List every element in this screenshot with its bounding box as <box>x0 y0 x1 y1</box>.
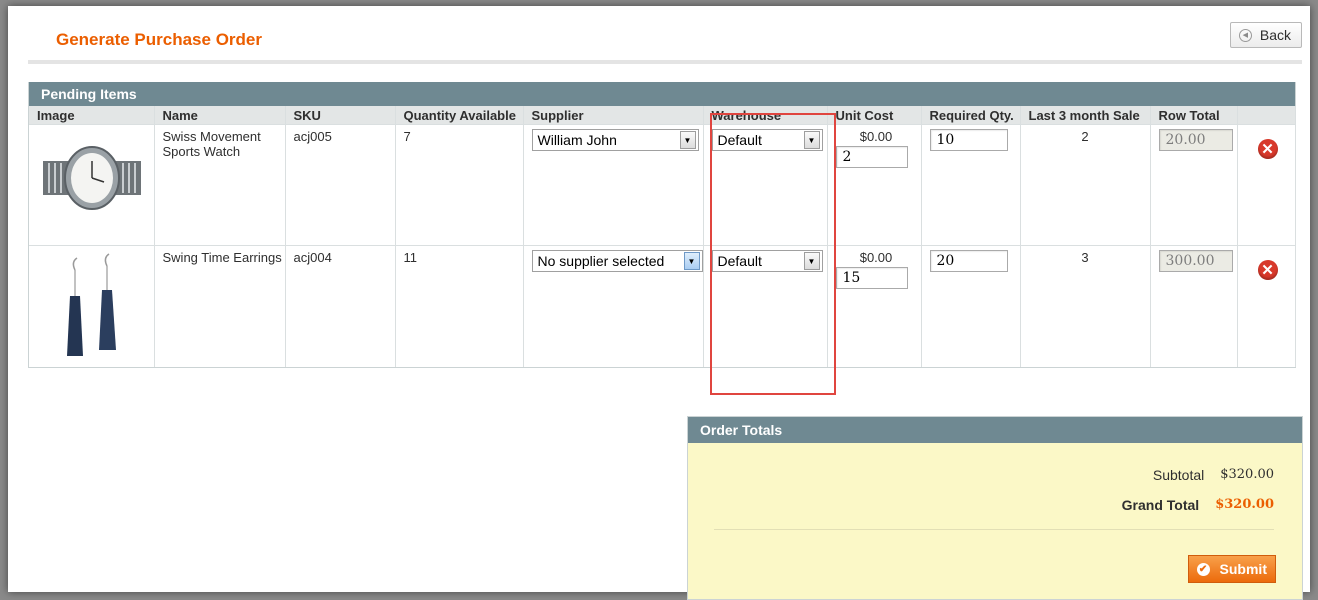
earrings-product-image <box>67 253 116 356</box>
warehouse-select[interactable]: Default ▼ <box>711 129 823 151</box>
back-button[interactable]: ◀ Back <box>1229 22 1302 48</box>
delete-cell: ✕ <box>1237 124 1296 246</box>
items-table: Image Name SKU Quantity Available Suppli… <box>29 106 1296 367</box>
supplier-select[interactable]: No supplier selected ▼ <box>531 250 703 272</box>
last-3-month-sale: 3 <box>1020 245 1151 367</box>
page-title: Generate Purchase Order <box>56 30 262 49</box>
product-name: Swiss Movement Sports Watch <box>154 124 286 246</box>
supplier-select-value: William John <box>537 132 617 148</box>
warehouse-select[interactable]: Default ▼ <box>711 250 823 272</box>
unit-cost-value: $0.00 <box>859 250 893 265</box>
supplier-select-value: No supplier selected <box>537 253 665 269</box>
totals-divider <box>714 529 1274 530</box>
order-totals-title: Order Totals <box>688 417 1302 443</box>
back-arrow-icon: ◀ <box>1238 28 1252 42</box>
chevron-down-icon: ▼ <box>803 252 820 270</box>
last-3-month-sale: 2 <box>1020 124 1151 246</box>
grand-total-row: Grand Total $320.00 <box>1122 497 1274 513</box>
supplier-cell: William John ▼ <box>523 124 704 246</box>
grand-total-value: $320.00 <box>1215 497 1274 512</box>
delete-icon[interactable]: ✕ <box>1257 139 1278 159</box>
col-header-supplier[interactable]: Supplier <box>523 106 704 125</box>
subtotal-label: Subtotal <box>1152 467 1205 483</box>
product-sku: acj004 <box>285 245 396 367</box>
unit-cost-cell: $0.00 <box>827 124 922 246</box>
col-header-last-3-month-sale[interactable]: Last 3 month Sale <box>1020 106 1151 125</box>
page-frame: Generate Purchase Order ◀ Back Pending I… <box>8 6 1310 600</box>
col-header-unit-cost[interactable]: Unit Cost <box>827 106 922 125</box>
unit-cost-cell: $0.00 <box>827 245 922 367</box>
warehouse-cell: Default ▼ <box>703 245 828 367</box>
submit-button-label: Submit <box>1219 561 1267 577</box>
grid-title: Pending Items <box>29 82 1295 106</box>
chevron-down-icon: ▼ <box>683 252 700 270</box>
warehouse-select-value: Default <box>717 132 762 148</box>
checkmark-icon: ✔ <box>1196 562 1210 576</box>
col-header-required-qty[interactable]: Required Qty. <box>921 106 1021 125</box>
submit-button[interactable]: ✔ Submit <box>1187 555 1276 583</box>
product-image-cell <box>29 245 155 367</box>
unit-cost-input[interactable] <box>835 267 908 289</box>
col-header-row-total[interactable]: Row Total <box>1150 106 1238 125</box>
table-row: Swing Time Earrings acj004 11 No supplie… <box>29 245 1296 367</box>
required-qty-cell <box>921 245 1021 367</box>
col-header-image[interactable]: Image <box>29 106 155 125</box>
table-row: Swiss Movement Sports Watch acj005 7 Wil… <box>29 124 1296 246</box>
col-header-name[interactable]: Name <box>154 106 286 125</box>
delete-cell: ✕ <box>1237 245 1296 367</box>
row-total-field <box>1158 250 1233 272</box>
product-sku: acj005 <box>285 124 396 246</box>
unit-cost-input[interactable] <box>835 146 908 168</box>
col-header-sku[interactable]: SKU <box>285 106 396 125</box>
unit-cost-value: $0.00 <box>859 129 893 144</box>
warehouse-select-value: Default <box>717 253 762 269</box>
required-qty-input[interactable] <box>929 250 1008 272</box>
subtotal-value: $320.00 <box>1220 467 1274 482</box>
row-total-cell <box>1150 124 1238 246</box>
product-image-cell <box>29 124 155 246</box>
col-header-actions <box>1237 106 1296 125</box>
subtotal-row: Subtotal $320.00 <box>1153 467 1274 483</box>
table-header-row: Image Name SKU Quantity Available Suppli… <box>29 106 1296 125</box>
col-header-qty-available[interactable]: Quantity Available <box>395 106 524 125</box>
chevron-down-icon: ▼ <box>803 131 820 149</box>
grand-total-label: Grand Total <box>1121 497 1200 513</box>
warehouse-cell: Default ▼ <box>703 124 828 246</box>
page-header: Generate Purchase Order ◀ Back <box>28 20 1302 64</box>
delete-icon[interactable]: ✕ <box>1257 260 1278 280</box>
row-total-cell <box>1150 245 1238 367</box>
supplier-select[interactable]: William John ▼ <box>531 129 699 151</box>
required-qty-input[interactable] <box>929 129 1008 151</box>
order-totals-panel: Order Totals Subtotal $320.00 Grand Tota… <box>687 416 1303 600</box>
row-total-field <box>1158 129 1233 151</box>
chevron-down-icon: ▼ <box>679 131 696 149</box>
col-header-warehouse[interactable]: Warehouse <box>703 106 828 125</box>
back-button-label: Back <box>1259 27 1291 43</box>
product-name: Swing Time Earrings <box>154 245 286 367</box>
qty-available: 11 <box>395 245 524 367</box>
supplier-cell: No supplier selected ▼ <box>523 245 704 367</box>
watch-product-image <box>43 146 141 210</box>
qty-available: 7 <box>395 124 524 246</box>
required-qty-cell <box>921 124 1021 246</box>
pending-items-grid: Pending Items Image Name SKU Quantity Av… <box>28 82 1296 368</box>
